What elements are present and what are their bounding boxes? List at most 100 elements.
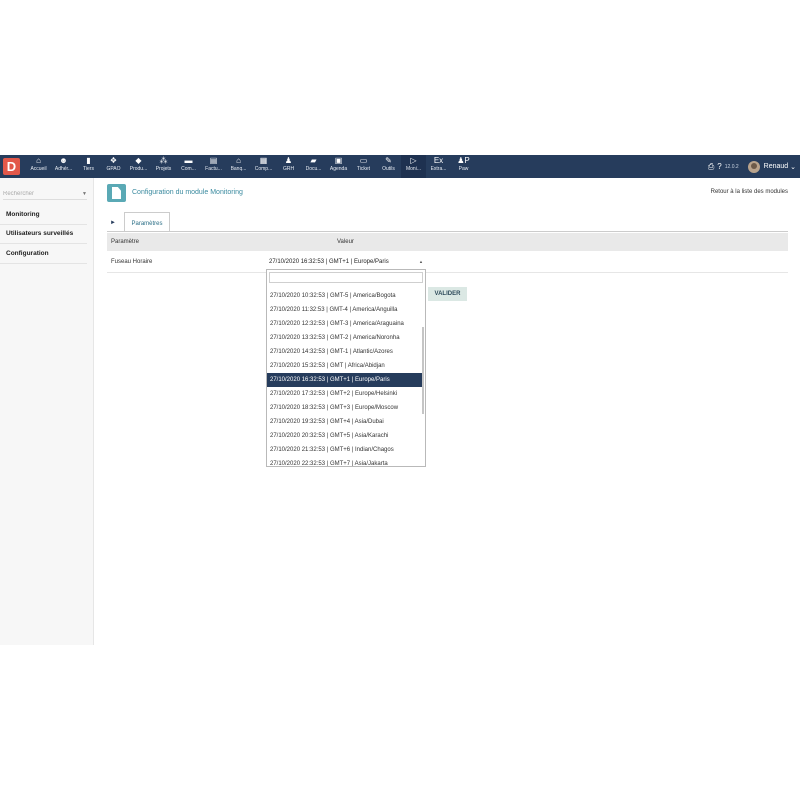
- dropdown-option[interactable]: 27/10/2020 21:32:53 | GMT+6 | Indian/Cha…: [267, 443, 422, 457]
- nav-item-label: Adhér...: [54, 166, 73, 172]
- building-icon: ▮: [86, 156, 91, 165]
- calculator-icon: ▦: [259, 156, 268, 165]
- dropdown-option[interactable]: 27/10/2020 15:32:53 | GMT | Africa/Abidj…: [267, 359, 422, 373]
- validate-button[interactable]: VALIDER: [428, 287, 467, 301]
- ticket-icon: ▭: [359, 156, 368, 165]
- sitemap-icon: ⁂: [159, 156, 168, 165]
- nav-item-15[interactable]: ✎ Outils: [376, 155, 401, 178]
- nav-item-label: GRH: [282, 166, 295, 172]
- avatar[interactable]: [747, 160, 760, 173]
- dropdown-option[interactable]: 27/10/2020 17:32:53 | GMT+2 | Europe/Hel…: [267, 387, 422, 401]
- dropdown-scrollbar[interactable]: [422, 327, 424, 414]
- nav-item-5[interactable]: ◆ Produ...: [126, 155, 151, 178]
- timezone-select[interactable]: 27/10/2020 16:32:53 | GMT+1 | Europe/Par…: [267, 256, 425, 268]
- nav-item-14[interactable]: ▭ Ticket: [351, 155, 376, 178]
- app-window: D ⌂ Accueil ☻ Adhér... ▮ Tiers ❖ GPAO ◆ Produ... ⁂…: [0, 155, 800, 645]
- dropdown-search-input[interactable]: [269, 272, 423, 283]
- table-row: Fuseau Horaire: [107, 251, 788, 273]
- nav-item-label: Outils: [382, 166, 395, 172]
- dropdown-option[interactable]: 27/10/2020 10:32:53 | GMT-5 | America/Bo…: [267, 289, 422, 303]
- nav-item-8[interactable]: ▤ Factu...: [201, 155, 226, 178]
- cube-icon: ◆: [135, 156, 142, 165]
- bank-icon: ⌂: [236, 156, 241, 165]
- dolibarr-logo[interactable]: D: [3, 158, 20, 175]
- extra-icon: Ex: [433, 156, 444, 165]
- nav-item-label: GPAO: [106, 166, 121, 172]
- nav-item-7[interactable]: ▬ Com...: [176, 155, 201, 178]
- dropdown-option[interactable]: 27/10/2020 18:32:53 | GMT+3 | Europe/Mos…: [267, 401, 422, 415]
- nav-item-17[interactable]: Ex Extra...: [426, 155, 451, 178]
- nav-item-label: Ticket: [356, 166, 371, 172]
- chevron-down-icon[interactable]: ▼: [82, 191, 87, 197]
- nav-item-label: Com...: [181, 166, 196, 172]
- sidebar-item-monitoring[interactable]: Monitoring: [0, 206, 87, 225]
- chevron-down-icon[interactable]: ⌄: [788, 163, 796, 171]
- folder-icon: ▰: [310, 156, 317, 165]
- invoice-icon: ▤: [209, 156, 218, 165]
- briefcase-icon: ▬: [184, 156, 193, 165]
- dropdown-option[interactable]: 27/10/2020 16:32:53 | GMT+1 | Europe/Par…: [267, 373, 422, 387]
- timezone-dropdown[interactable]: 27/10/2020 10:32:53 | GMT-5 | America/Bo…: [266, 269, 426, 467]
- nav-item-label: Banq...: [230, 166, 247, 172]
- tab-underline: [107, 231, 788, 232]
- nav-item-10[interactable]: ▦ Comp...: [251, 155, 276, 178]
- nav-item-label: Moni...: [405, 166, 421, 172]
- nav-item-3[interactable]: ▮ Tiers: [76, 155, 101, 178]
- nav-item-16[interactable]: ▷ Moni...: [401, 155, 426, 178]
- nav-item-label: Agenda: [329, 166, 348, 172]
- caret-right-icon[interactable]: ►: [110, 220, 116, 226]
- dropdown-option[interactable]: 27/10/2020 13:32:53 | GMT-2 | America/No…: [267, 331, 422, 345]
- nav-item-label: Extra...: [430, 166, 447, 172]
- version-label: 12.0.2: [724, 163, 739, 170]
- module-file-icon: [107, 184, 126, 202]
- monitoring-icon: ▷: [410, 156, 417, 165]
- nav-item-label: Tiers: [83, 166, 94, 172]
- help-icon[interactable]: ?: [717, 162, 721, 171]
- nav-item-18[interactable]: ♟P Paw: [451, 155, 476, 178]
- nav-item-13[interactable]: ▣ Agenda: [326, 155, 351, 178]
- page-title: Configuration du module Monitoring: [132, 189, 243, 196]
- nav-item-11[interactable]: ♟ GRH: [276, 155, 301, 178]
- nav-item-2[interactable]: ☻ Adhér...: [51, 155, 76, 178]
- dropdown-options-list: 27/10/2020 10:32:53 | GMT-5 | America/Bo…: [267, 289, 422, 466]
- table-header: Paramètre Valeur: [107, 233, 788, 251]
- nav-item-label: Comp...: [254, 166, 273, 172]
- caret-up-icon: ▲: [419, 259, 423, 264]
- cubes-icon: ❖: [109, 156, 118, 165]
- nav-item-4[interactable]: ❖ GPAO: [101, 155, 126, 178]
- dropdown-option[interactable]: 27/10/2020 14:32:53 | GMT-1 | Atlantic/A…: [267, 345, 422, 359]
- sidebar-item-configuration[interactable]: Configuration: [0, 245, 87, 264]
- timezone-select-value: 27/10/2020 16:32:53 | GMT+1 | Europe/Par…: [269, 259, 389, 265]
- wrench-icon: ✎: [385, 156, 392, 165]
- dropdown-option[interactable]: 27/10/2020 22:32:53 | GMT+7 | Asia/Jakar…: [267, 457, 422, 466]
- column-header-parameter: Paramètre: [111, 239, 140, 245]
- tab-parametres[interactable]: Paramètres: [124, 212, 170, 232]
- dropdown-option[interactable]: 27/10/2020 11:32:53 | GMT-4 | America/An…: [267, 303, 422, 317]
- dropdown-option[interactable]: 27/10/2020 12:32:53 | GMT-3 | America/Ar…: [267, 317, 422, 331]
- left-sidebar: ▼ Monitoring Utilisateurs surveillés Con…: [0, 178, 94, 645]
- nav-item-label: Produ...: [129, 166, 148, 172]
- sidebar-item-monitored-users[interactable]: Utilisateurs surveillés: [0, 225, 87, 244]
- nav-item-label: Accueil: [30, 166, 47, 172]
- sidebar-search[interactable]: ▼: [3, 188, 87, 200]
- nav-item-label: Factu...: [205, 166, 222, 172]
- dropdown-option[interactable]: 27/10/2020 19:32:53 | GMT+4 | Asia/Dubai: [267, 415, 422, 429]
- nav-item-1[interactable]: ⌂ Accueil: [26, 155, 51, 178]
- nav-item-12[interactable]: ▰ Docu...: [301, 155, 326, 178]
- print-icon[interactable]: ⎙: [708, 162, 714, 172]
- top-navbar: D ⌂ Accueil ☻ Adhér... ▮ Tiers ❖ GPAO ◆ Produ... ⁂…: [0, 155, 800, 178]
- timezone-label: Fuseau Horaire: [111, 259, 153, 265]
- nav-item-label: Projets: [155, 166, 172, 172]
- search-input[interactable]: [3, 190, 73, 197]
- nav-item-label: Docu...: [305, 166, 322, 172]
- main-menu: ⌂ Accueil ☻ Adhér... ▮ Tiers ❖ GPAO ◆ Produ... ⁂ Pr…: [26, 155, 476, 178]
- nav-item-6[interactable]: ⁂ Projets: [151, 155, 176, 178]
- user-name[interactable]: Renaud: [764, 163, 789, 170]
- user-tie-icon: ♟: [284, 156, 293, 165]
- user-area: ⎙ ? 12.0.2 Renaud ⌄: [708, 155, 796, 178]
- home-icon: ⌂: [36, 156, 41, 165]
- back-to-modules-link[interactable]: Retour à la liste des modules: [711, 189, 788, 195]
- column-header-value: Valeur: [337, 239, 354, 245]
- dropdown-option[interactable]: 27/10/2020 20:32:53 | GMT+5 | Asia/Karac…: [267, 429, 422, 443]
- nav-item-9[interactable]: ⌂ Banq...: [226, 155, 251, 178]
